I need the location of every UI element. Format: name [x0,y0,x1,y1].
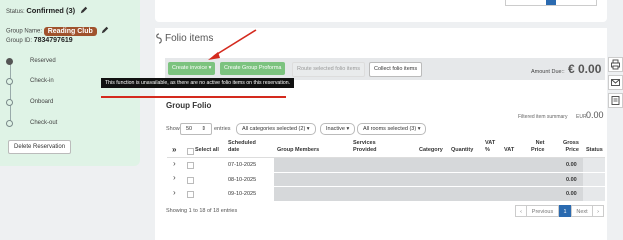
eur-total: 0.00 [586,110,604,120]
group-folio-title: Group Folio [166,101,212,110]
email-icon[interactable] [608,75,623,90]
pagination-last-chevron[interactable]: › [592,205,604,217]
group-id-row: Group ID: 7834797619 [6,37,73,44]
category-filter[interactable]: All categories selected (2) ▾ [236,123,316,135]
link-icon [156,33,162,44]
row-expand-icon[interactable]: › [173,188,176,197]
document-icon[interactable] [608,93,623,108]
edit-group-name-icon[interactable] [101,26,109,36]
group-name-row: Group Name: Reading Club [6,26,109,36]
row-gross-price: 0.00 [566,191,577,197]
row-expand-icon[interactable]: › [173,173,176,182]
timeline-dot-check-in [6,78,13,85]
annotation-arrow [208,29,257,60]
timeline-label-check-out: Check-out [30,120,58,126]
edit-status-icon[interactable] [80,6,88,16]
eur-label: EUR [576,114,587,120]
amount-due-value: € 0.00 [568,62,602,76]
row-scheduled-date: 09-10-2025 [228,191,257,197]
timeline-dot-reserved [6,58,13,65]
col-quantity[interactable]: Quantity [451,147,473,154]
pagination-page-1[interactable]: 1 [559,205,571,217]
showing-entries-text: Showing 1 to 18 of 18 entries [166,208,238,214]
filtered-summary-label: Filtered item summary [518,114,568,120]
expand-all-icon[interactable]: » [172,146,176,154]
delete-reservation-button[interactable]: Delete Reservation [8,140,72,154]
row-divider [167,172,605,173]
col-group-members[interactable]: Group Members [277,147,319,154]
group-name-badge: Reading Club [43,26,97,36]
status-value: Confirmed (3) [26,6,76,15]
col-vat[interactable]: VAT [504,147,514,154]
annotation-underline [101,96,286,98]
col-services-provided[interactable]: Services Provided [353,140,377,154]
timeline-dot-onboard [6,99,13,106]
timeline-line [10,61,11,123]
group-name-label: Group Name: [6,28,43,35]
pagination-next[interactable]: Next [571,205,593,217]
top-pagination[interactable] [505,0,597,6]
collect-folio-items-button[interactable]: Collect folio items [369,62,423,77]
row-gross-price: 0.00 [566,177,577,183]
row-checkbox[interactable] [187,177,194,184]
table-body-shade [274,158,605,201]
timeline-label-reserved: Reserved [30,58,56,64]
group-id-value: 7834797619 [33,37,73,44]
row-checkbox[interactable] [187,191,194,198]
row-divider [167,186,605,187]
show-label: Show [166,126,180,132]
status-label: Status: [6,9,25,15]
timeline-label-onboard: Onboard [30,99,54,105]
col-scheduled-date[interactable]: Scheduled date [228,140,256,154]
entries-per-page-value: 50 [186,126,193,132]
status-column-shade [583,158,605,201]
rooms-filter[interactable]: All rooms selected (3) ▾ [357,123,427,135]
amount-due-label: Amount Due:: [531,69,565,75]
col-category[interactable]: Category [419,147,443,154]
status-filter[interactable]: Inactive ▾ [320,123,356,135]
pagination-previous[interactable]: Previous [526,205,559,217]
entries-label: entries [214,126,231,132]
row-scheduled-date: 08-10-2025 [228,177,257,183]
col-status[interactable]: Status [586,147,603,154]
status-row: Status: Confirmed (3) [6,6,88,16]
route-folio-items-button[interactable]: Route selected folio items [292,62,365,77]
print-icon[interactable] [608,57,623,72]
col-net-price[interactable]: Net Price [531,140,544,154]
group-id-label: Group ID: [6,38,33,44]
select-all-checkbox[interactable] [187,148,194,155]
col-gross-price[interactable]: Gross Price [563,140,579,154]
row-gross-price: 0.00 [566,162,577,168]
entries-per-page-select[interactable]: 50 ⇕ [180,123,212,135]
col-select-all[interactable]: Select all [195,147,219,154]
timeline-label-check-in: Check-in [30,78,54,84]
col-vat-percent[interactable]: VAT % [485,140,495,154]
row-expand-icon[interactable]: › [173,159,176,168]
timeline-dot-check-out [6,120,13,127]
row-scheduled-date: 07-10-2025 [228,162,257,168]
unavailable-tooltip: This function is unavailable, as there a… [101,78,295,88]
row-checkbox[interactable] [187,162,194,169]
